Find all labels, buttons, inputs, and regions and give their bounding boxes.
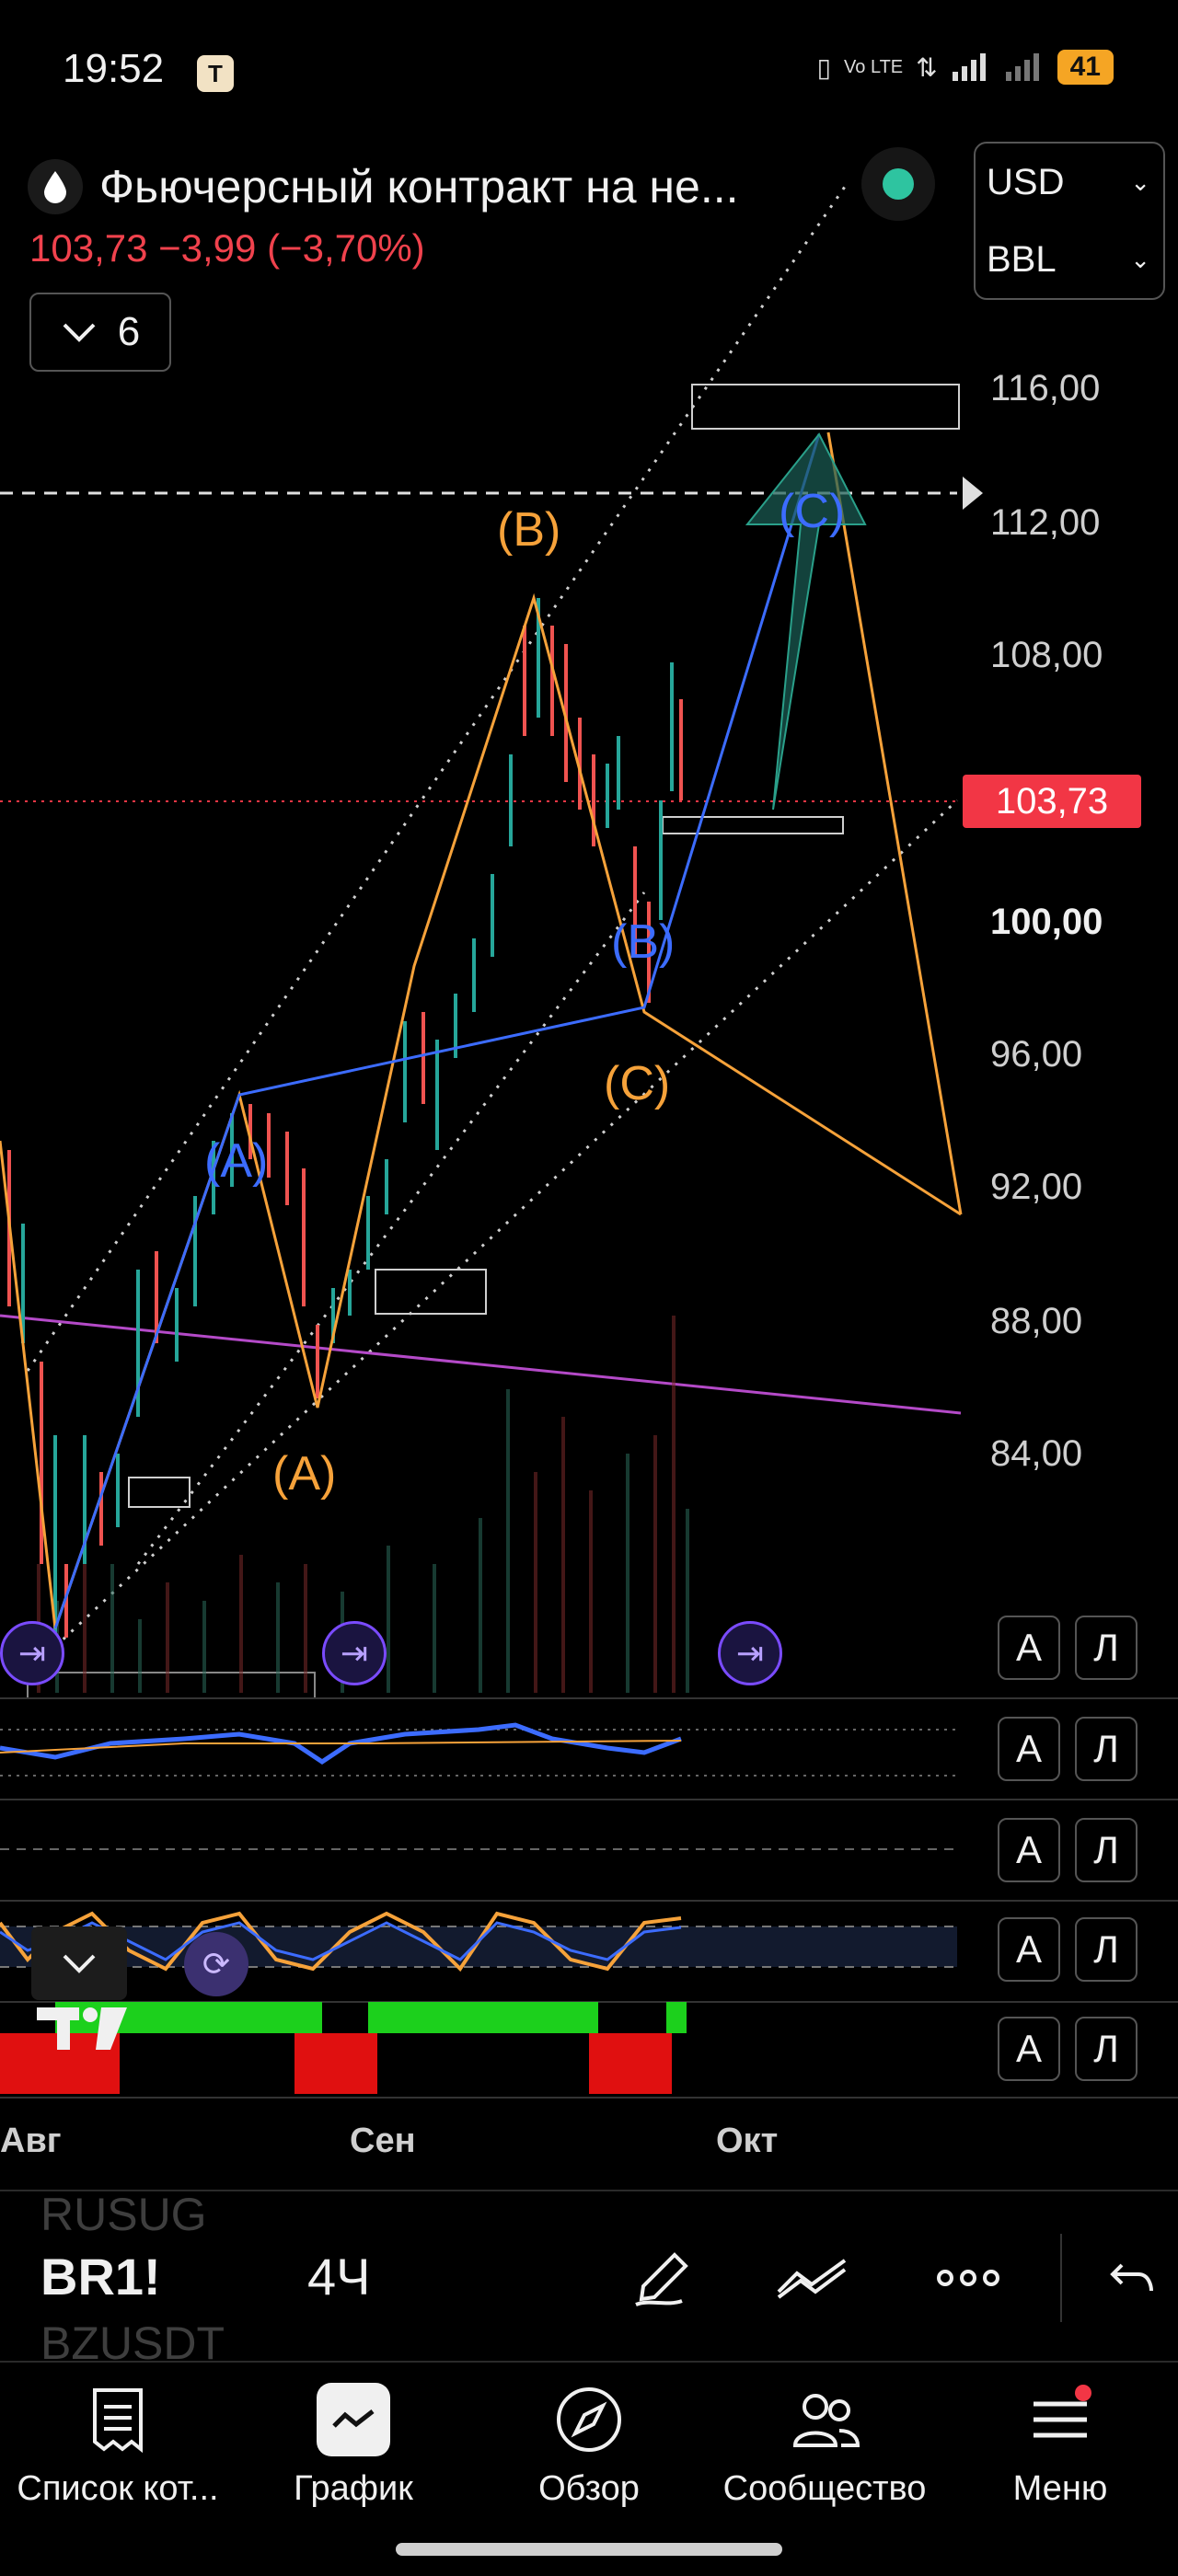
tradingview-logo-icon [37,2007,127,2050]
pane-auto-button[interactable]: А [998,1917,1060,1982]
pane-controls: А Л [998,1717,1138,1781]
blue-wave-line [53,433,821,1629]
pane-auto-button[interactable]: А [998,1717,1060,1781]
base-zone-box [27,1672,316,1699]
chevron-down-icon [63,1954,96,1973]
price-axis-label: 100,00 [990,902,1103,942]
alert-arrow-icon [963,477,983,510]
purple-trend-line [0,1314,962,1415]
pencil-icon[interactable] [626,2241,699,2315]
price-axis-label: 88,00 [990,1301,1083,1341]
event-marker-icon[interactable]: ⇥ [322,1621,387,1685]
pane-controls: А Л [998,2017,1138,2081]
pane-auto-button[interactable]: А [998,1818,1060,1882]
price-axis-label: 92,00 [990,1167,1083,1207]
orange-wave-line-2 [826,431,963,1215]
low-zone-box [128,1477,191,1508]
community-icon [788,2383,861,2456]
symbol-toolbar: RUSUG BR1! 4Ч BZUSDT [0,2188,1178,2369]
price-axis-label: 108,00 [990,635,1103,675]
nav-label: Меню [1012,2469,1108,2508]
pane-log-button[interactable]: Л [1075,1818,1138,1882]
channel-inner-line [136,891,646,1565]
rsi-pane [0,1722,957,1777]
price-axis-label: 96,00 [990,1034,1083,1075]
price-axis-label: 84,00 [990,1433,1083,1474]
last-price-badge: 103,73 [963,775,1141,828]
pane-log-button[interactable]: Л [1075,1616,1138,1680]
pane-log-button[interactable]: Л [1075,1917,1138,1982]
entry-zone-box [662,816,844,834]
event-marker-icon[interactable]: ⇥ [0,1621,64,1685]
wave-label-c-orange: (C) [604,1057,671,1110]
nav-label: График [294,2469,413,2508]
notification-dot [1075,2385,1091,2401]
time-axis-label: Окт [716,2122,779,2160]
wave-label-a-orange: (A) [272,1447,337,1501]
orange-wave-line [0,592,962,1629]
event-marker-icon[interactable]: ⟳ [184,1932,248,1996]
interval-selector[interactable]: 4Ч [307,2247,370,2306]
compass-icon [552,2383,626,2456]
price-axis-label: 112,00 [990,502,1101,543]
price-axis-label: 116,00 [990,368,1101,408]
pane-controls: А Л [998,1818,1138,1882]
pane-controls: А Л [998,1616,1138,1680]
watchlist-icon [81,2383,155,2456]
candles [7,598,683,1638]
nav-label: Сообщество [722,2469,927,2508]
chart-icon [317,2383,390,2456]
pane-log-button[interactable]: Л [1075,2017,1138,2081]
current-symbol[interactable]: BR1! [40,2247,161,2306]
event-marker-icon[interactable]: ⇥ [718,1621,782,1685]
time-axis-label: Сен [350,2122,416,2160]
prev-symbol[interactable]: RUSUG [40,2188,207,2241]
stochastic-pane [0,1911,957,1972]
pane-controls: А Л [998,1917,1138,1982]
collapse-panes-button[interactable] [31,1926,127,2000]
wave-label-b-orange: (B) [497,503,561,557]
wave-label-c-blue: (C) [779,485,846,538]
nav-label: Обзор [538,2469,640,2508]
more-icon[interactable] [931,2241,1005,2315]
target-zone-box [691,384,960,430]
time-axis-label: Авг [0,2122,62,2160]
nav-label: Список кот... [17,2469,219,2508]
menu-icon [1023,2383,1097,2456]
home-indicator[interactable] [396,2543,782,2556]
toolbar-divider [1060,2234,1062,2322]
pane-log-button[interactable]: Л [1075,1717,1138,1781]
pane-auto-button[interactable]: А [998,1616,1060,1680]
undo-icon[interactable] [1104,2241,1160,2315]
channel-upper-line [26,183,849,1372]
pane-auto-button[interactable]: А [998,2017,1060,2081]
gap-zone-box [375,1269,487,1315]
drawing-tools-icon[interactable] [775,2241,849,2315]
nav-watchlist[interactable]: Список кот... [0,2363,236,2576]
wave-label-a-blue: (A) [204,1134,269,1188]
nav-menu[interactable]: Меню [942,2363,1178,2576]
wave-label-b-blue: (B) [611,915,676,969]
